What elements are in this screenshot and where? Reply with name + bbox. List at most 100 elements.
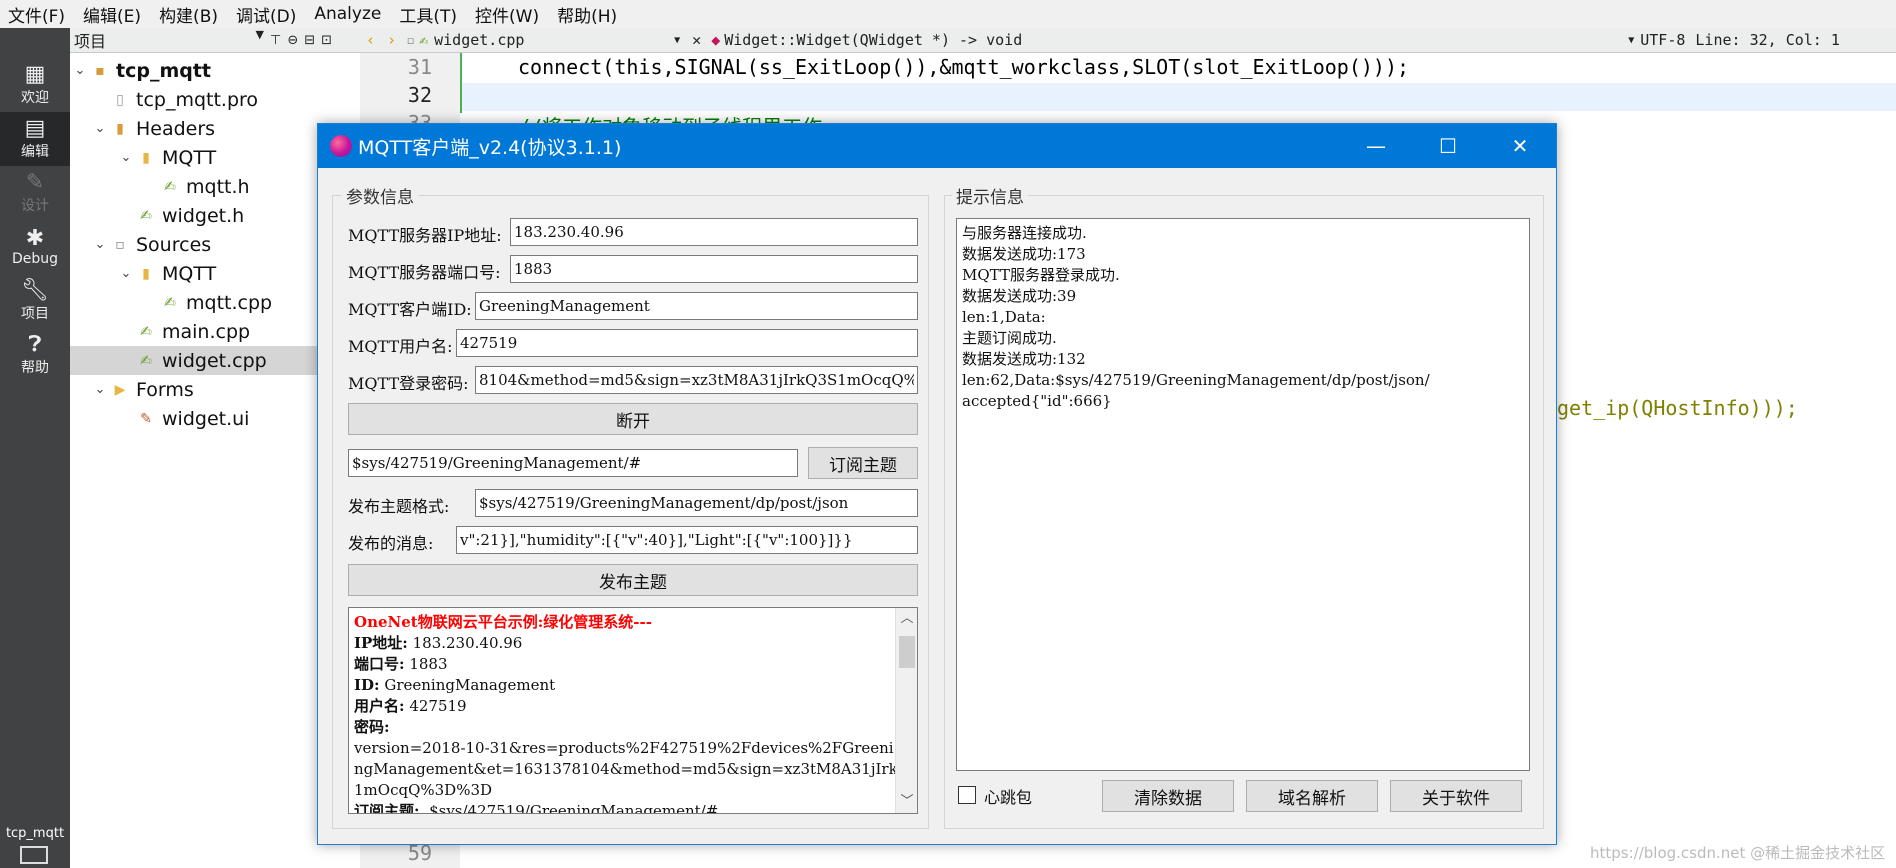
mode-projects[interactable]: 🔧︎ 项目	[0, 274, 70, 328]
window-titlebar[interactable]: MQTT客户端_v2.4(协议3.1.1) — ☐ ✕	[318, 124, 1556, 168]
maximize-button[interactable]: ☐	[1412, 124, 1484, 168]
menu-tools[interactable]: 工具(T)	[391, 2, 467, 27]
info-port-label: 端口号:	[354, 655, 405, 673]
link-icon[interactable]: ⊖	[287, 33, 298, 48]
window-title: MQTT客户端_v2.4(协议3.1.1)	[358, 136, 622, 159]
chevron-down-icon[interactable]: ⌄	[90, 237, 110, 252]
encoding-indicator[interactable]: UTF-8	[1638, 31, 1695, 49]
info-user-value: 427519	[404, 697, 467, 715]
server-ip-label: MQTT服务器IP地址:	[348, 226, 502, 245]
active-project-label[interactable]: tcp_mqtt	[0, 826, 70, 841]
disconnect-button[interactable]: 断开	[348, 403, 918, 435]
close-pane-icon[interactable]: ⊡	[321, 33, 332, 48]
close-file-icon[interactable]: ✕	[686, 31, 707, 49]
mode-help[interactable]: ❓︎ 帮助	[0, 328, 70, 382]
wrench-icon: 🔧︎	[21, 278, 49, 303]
close-button[interactable]: ✕	[1484, 124, 1556, 168]
hint-line: 数据发送成功:132	[962, 350, 1086, 368]
chevron-down-icon: ▼	[255, 28, 264, 41]
mode-welcome[interactable]: ▦ 欢迎	[0, 58, 70, 112]
editor-toolbar: ‹ › ▫ ✍︎ widget.cpp ▼ ✕ ◆ Widget::Widget…	[360, 28, 1896, 53]
tree-item-tcp_mqtt[interactable]: ⌄ ▪ tcp_mqtt	[70, 56, 360, 85]
info-password-label: 密码:	[354, 718, 390, 736]
heartbeat-checkbox[interactable]	[958, 786, 976, 804]
mode-debug[interactable]: ✱ Debug	[0, 220, 70, 274]
mode-edit[interactable]: ▤ 编辑	[0, 112, 70, 166]
menu-help[interactable]: 帮助(H)	[549, 2, 627, 27]
chevron-down-icon[interactable]: ⌄	[90, 382, 110, 397]
username-label: MQTT用户名:	[348, 337, 453, 356]
tree-item-pro-file[interactable]: ▯ tcp_mqtt.pro	[70, 85, 360, 114]
split-icon[interactable]: ⊟	[304, 33, 315, 48]
info-user-label: 用户名:	[354, 697, 405, 715]
info-port-value: 1883	[404, 655, 448, 673]
cpp-file-icon: ✍︎	[140, 323, 152, 340]
ui-file-icon: ✎	[140, 410, 152, 427]
mode-bar: ▦ 欢迎 ▤ 编辑 ✎ 设计 ✱ Debug 🔧︎ 项目 ❓︎ 帮助 tcp_m…	[0, 28, 70, 868]
menu-file[interactable]: 文件(F)	[0, 2, 75, 27]
forms-folder-icon: ▶	[114, 381, 126, 398]
scroll-up-icon[interactable]: ︿	[896, 608, 917, 630]
cpp-file-icon: ✍︎	[164, 294, 176, 311]
info-subscribe-label: 订阅主题:	[354, 802, 420, 814]
menu-edit[interactable]: 编辑(E)	[75, 2, 151, 27]
cursor-position[interactable]: Line: 32, Col: 1	[1695, 31, 1840, 49]
subscribe-button[interactable]: 订阅主题	[808, 447, 918, 479]
folder-icon: ▮	[142, 149, 150, 166]
file-dropdown-icon[interactable]: ▼	[668, 35, 686, 46]
info-id-label: ID:	[354, 676, 380, 694]
heartbeat-label: 心跳包	[984, 788, 1033, 807]
minimize-button[interactable]: —	[1340, 124, 1412, 168]
filter-icon[interactable]: ⊤	[270, 33, 281, 48]
info-ip-value: 183.230.40.96	[407, 634, 523, 652]
hint-log[interactable]: 与服务器连接成功. 数据发送成功:173 MQTT服务器登录成功. 数据发送成功…	[956, 218, 1530, 771]
connection-info-log[interactable]: OneNet物联网云平台示例:绿化管理系统--- IP地址: 183.230.4…	[348, 607, 918, 814]
password-input[interactable]	[475, 366, 918, 394]
project-pane-header: 项目 ▼ ⊤ ⊖ ⊟ ⊡	[70, 28, 360, 53]
chevron-down-icon[interactable]: ⌄	[116, 150, 136, 165]
info-password-line: 1mOcqQ%3D%3D	[354, 781, 493, 799]
mode-design[interactable]: ✎ 设计	[0, 166, 70, 220]
about-button[interactable]: 关于软件	[1390, 780, 1522, 812]
params-group-label: 参数信息	[342, 183, 418, 208]
hint-line: len:1,Data:	[962, 308, 1046, 326]
menu-widgets[interactable]: 控件(W)	[467, 2, 549, 27]
encoding-dropdown-icon[interactable]: ▼	[1624, 35, 1638, 46]
function-icon: ◆	[711, 31, 721, 49]
chevron-down-icon[interactable]: ⌄	[90, 121, 110, 136]
publish-button[interactable]: 发布主题	[348, 564, 918, 596]
server-ip-input[interactable]	[510, 218, 918, 246]
subscribe-topic-input[interactable]	[348, 449, 798, 477]
app-logo-icon	[330, 135, 352, 157]
back-arrow-icon[interactable]: ‹	[360, 31, 381, 49]
code-line-32-current	[462, 83, 1896, 111]
help-icon: ❓︎	[28, 332, 42, 357]
sources-folder-icon: ▫	[115, 236, 125, 253]
file-tab[interactable]: widget.cpp	[428, 31, 668, 49]
hint-line: len:62,Data:$sys/427519/GreeningManageme…	[962, 371, 1430, 389]
project-view-selector[interactable]: 项目 ▼	[74, 28, 264, 52]
forward-arrow-icon[interactable]: ›	[381, 31, 402, 49]
password-label: MQTT登录密码:	[348, 374, 469, 393]
clear-data-button[interactable]: 清除数据	[1102, 780, 1234, 812]
scroll-thumb[interactable]	[899, 636, 915, 668]
function-selector[interactable]: Widget::Widget(QWidget *) -> void	[724, 31, 1624, 49]
chevron-down-icon[interactable]: ⌄	[70, 63, 90, 78]
header-file-icon: ✍︎	[164, 178, 176, 195]
watermark: https://blog.csdn.net @稀土掘金技术社区	[1590, 844, 1886, 862]
menu-debug[interactable]: 调试(D)	[228, 2, 306, 27]
menu-build[interactable]: 构建(B)	[151, 2, 228, 27]
server-port-input[interactable]	[510, 255, 918, 283]
scroll-down-icon[interactable]: ﹀	[896, 791, 917, 813]
log-scrollbar[interactable]: ︿ ﹀	[895, 608, 917, 813]
publish-message-input[interactable]	[456, 526, 918, 554]
cpp-file-icon: ✍︎	[140, 352, 152, 369]
client-id-input[interactable]	[475, 292, 918, 320]
code-line-31: connect(this,SIGNAL(ss_ExitLoop()),&mqtt…	[518, 55, 1410, 79]
menu-analyze[interactable]: Analyze	[306, 4, 391, 24]
publish-topic-input[interactable]	[475, 489, 918, 517]
monitor-icon[interactable]	[20, 846, 48, 864]
chevron-down-icon[interactable]: ⌄	[116, 266, 136, 281]
username-input[interactable]	[456, 329, 918, 357]
dns-resolve-button[interactable]: 域名解析	[1246, 780, 1378, 812]
